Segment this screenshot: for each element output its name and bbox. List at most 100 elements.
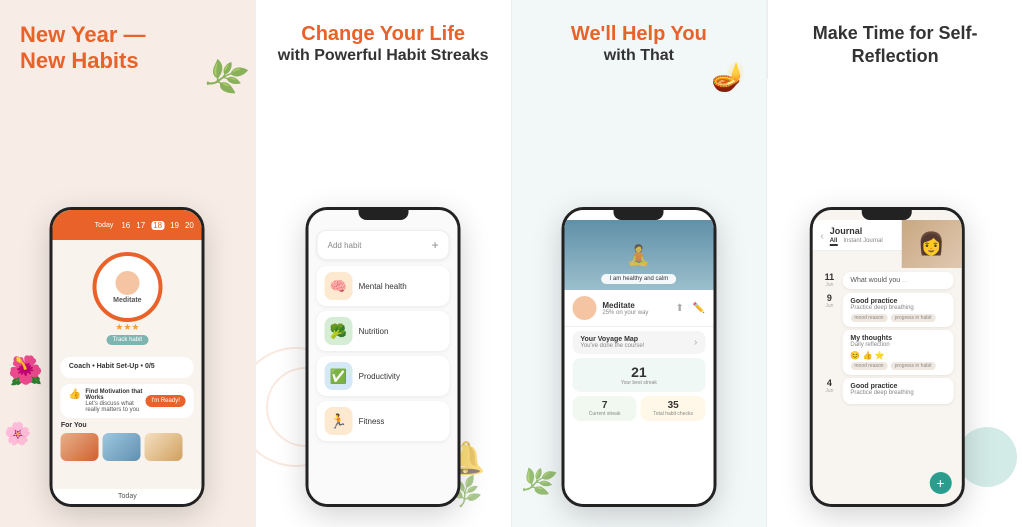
entry2-tags: 😊 👍 ⭐ — [850, 351, 945, 360]
best-streak-num: 21 — [578, 364, 699, 380]
tab-all[interactable]: All — [830, 238, 838, 246]
voyage-map-box[interactable]: Your Voyage Map You've done the course! … — [572, 331, 705, 354]
panel2-phone: Add habit + 🧠 Mental health 🥦 Nutrition … — [306, 207, 461, 507]
edit-icon[interactable]: ✏️ — [693, 303, 705, 314]
panel1-heading-line1: New Year — — [20, 22, 235, 48]
habit-circle: Meditate — [92, 252, 162, 322]
teal-circle-decoration — [957, 427, 1017, 487]
habit-label-productivity: Productivity — [359, 372, 400, 381]
add-entry-btn[interactable]: + — [929, 472, 951, 494]
hero-image: 🧘 I am healthy and calm — [564, 220, 713, 290]
thumbs-up-icon: 👍 — [69, 389, 81, 400]
entry3-title: Good practice — [850, 383, 945, 390]
for-you-cards — [61, 433, 194, 461]
find-title: Find Motivation that Works — [85, 389, 145, 401]
total-checks-stat: 35 Total habit checks — [641, 396, 706, 421]
entry1-tags: mood reason progress in habit — [850, 314, 945, 322]
chevron-right-icon: › — [694, 337, 697, 348]
hero-person-icon: 🧘 — [626, 243, 651, 268]
best-streak-stat: 21 Your best streak — [572, 358, 705, 392]
best-streak-label: Your best streak — [578, 380, 699, 386]
date3: 4 Jun — [820, 378, 838, 394]
productivity-icon: ✅ — [325, 362, 353, 390]
entry1-title: Good practice — [850, 298, 945, 305]
panel4-heading: Make Time for Self-Reflection — [767, 0, 1022, 79]
phone-notch-4 — [862, 210, 912, 220]
add-habit-row[interactable]: Add habit + — [317, 230, 450, 260]
total-checks-label: Total habit checks — [647, 411, 700, 417]
entry2-tag-1: mood reason — [850, 362, 887, 370]
card-2 — [103, 433, 141, 461]
voyage-title: Your Voyage Map — [580, 336, 644, 343]
panel-new-year: 🌿 🌺 🌸 New Year — New Habits Today 16 17 … — [0, 0, 255, 527]
journal-title: Journal — [830, 226, 883, 236]
entry2-tag-row: mood reason progress in habit — [850, 362, 945, 370]
back-icon[interactable]: ‹ — [820, 231, 823, 242]
date3-num: 4 — [820, 378, 838, 388]
top-date-num: 11 — [820, 272, 838, 282]
panel4-heading-text: Make Time for Self-Reflection — [793, 22, 997, 69]
top-date-section: 11 Jun What would you ... — [820, 272, 953, 289]
voyage-sub: You've done the course! — [580, 343, 644, 349]
question-text: What would you — [850, 277, 900, 284]
share-icon[interactable]: ⬆ — [676, 303, 684, 314]
ornament-decoration: 🪔 — [711, 60, 746, 93]
panel2-heading-sub: with Powerful Habit Streaks — [276, 46, 491, 65]
mental-health-icon: 🧠 — [325, 272, 353, 300]
card-1 — [61, 433, 99, 461]
hero-caption: I am healthy and calm — [602, 274, 677, 284]
panel2-heading-main: Change Your Life — [276, 22, 491, 46]
tab-instant-journal[interactable]: Instant Journal — [843, 238, 882, 246]
meditate-avatar — [572, 296, 596, 320]
today-nav-label: Today — [118, 493, 137, 500]
flower-decoration: 🌺 — [8, 354, 43, 387]
ready-btn[interactable]: I'm Ready! — [145, 395, 186, 407]
habit-label-mental-health: Mental health — [359, 282, 407, 291]
meditate-progress: 25% on your way — [602, 310, 669, 316]
leaves-decoration-3: 🌿 — [517, 461, 558, 501]
p1-top-bar: Today 16 17 18 19 20 — [53, 210, 202, 240]
panel3-heading-main: We'll Help You — [532, 22, 747, 46]
habit-label-fitness: Fitness — [359, 417, 385, 426]
entry3-section: 4 Jun Good practice Practice deep breath… — [820, 378, 953, 404]
journal-entry-1: Good practice Practice deep breathing mo… — [842, 293, 953, 327]
entry2-sub: Daily reflection — [850, 342, 945, 348]
current-streak-num: 7 — [578, 400, 631, 411]
for-you-label: For You — [61, 422, 194, 429]
journal-entry-2: My thoughts Daily reflection 😊 👍 ⭐ mood … — [842, 330, 953, 375]
panel2-heading: Change Your Life with Powerful Habit Str… — [256, 0, 511, 75]
add-habit-icon[interactable]: + — [432, 238, 439, 252]
find-motivation-box: 👍 Find Motivation that Works Let's discu… — [61, 384, 194, 418]
entry1-section: 9 Jun Good practice Practice deep breath… — [820, 293, 953, 327]
entry1-sub: Practice deep breathing — [850, 305, 945, 311]
top-date: 11 Jun — [820, 272, 838, 288]
entry2-title: My thoughts — [850, 335, 945, 342]
stars: ★★★ — [115, 322, 139, 333]
emoji-icons: 😊 👍 ⭐ — [850, 351, 884, 360]
coach-box: Coach • Habit Set-Up • 0/5 — [61, 357, 194, 378]
panel3-phone: 🧘 I am healthy and calm Meditate 25% on … — [561, 207, 716, 507]
track-habit-btn[interactable]: Track habit — [107, 335, 148, 345]
date1-num: 9 — [820, 293, 838, 303]
entry2-section: My thoughts Daily reflection 😊 👍 ⭐ mood … — [820, 330, 953, 375]
phone-notch-3 — [614, 210, 664, 220]
entry3-sub: Practice deep breathing — [850, 390, 945, 396]
habit-item-mental-health[interactable]: 🧠 Mental health — [317, 266, 450, 306]
date-numbers: 16 17 18 19 20 — [121, 221, 194, 230]
bottom-nav: Today — [53, 489, 202, 504]
panel1-heading-line2: New Habits — [20, 48, 235, 74]
journal-tabs: All Instant Journal — [830, 238, 883, 246]
avatar — [115, 271, 139, 295]
journal-entry-3: Good practice Practice deep breathing — [842, 378, 953, 404]
entry1-tag-2: progress in habit — [891, 314, 936, 322]
habit-item-nutrition[interactable]: 🥦 Nutrition — [317, 311, 450, 351]
entry2-tag-2: progress in habit — [891, 362, 936, 370]
habit-item-productivity[interactable]: ✅ Productivity — [317, 356, 450, 396]
month3: Jun — [820, 388, 838, 394]
habit-item-fitness[interactable]: 🏃 Fitness — [317, 401, 450, 441]
person-icon: 👩 — [918, 231, 945, 257]
phone-notch — [358, 210, 408, 220]
nutrition-icon: 🥦 — [325, 317, 353, 345]
meditate-title: Meditate — [602, 301, 669, 310]
panel-self-reflection: Make Time for Self-Reflection 👩 ‹ Journa… — [766, 0, 1022, 527]
